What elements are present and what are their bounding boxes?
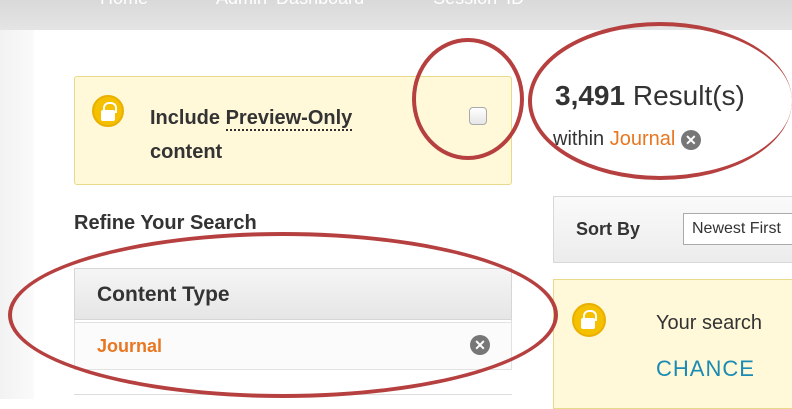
facet-item-label[interactable]: Journal	[97, 336, 162, 357]
facet-item-journal[interactable]: Journal ✕	[74, 322, 512, 370]
search-notice-box	[553, 279, 792, 409]
top-nav-links: Home Admin Dashboard Session ID	[100, 0, 584, 9]
results-count: 3,491 Result(s)	[555, 80, 745, 111]
remove-filter-icon[interactable]: ✕	[680, 129, 701, 150]
top-navigation-bar: Home Admin Dashboard Session ID	[0, 0, 792, 30]
preview-only-link[interactable]: Preview-Only	[225, 107, 353, 131]
lock-icon	[572, 303, 606, 337]
preview-only-label: Include Preview-Only content	[150, 107, 353, 163]
preview-only-checkbox[interactable]	[469, 107, 487, 125]
nav-link-admin-dashboard[interactable]: Admin Dashboard	[216, 0, 364, 8]
facet-divider	[74, 394, 512, 405]
nav-session-id: Session ID	[433, 0, 524, 8]
remove-facet-icon[interactable]: ✕	[470, 335, 490, 355]
page-shadow	[0, 30, 34, 399]
within-filter-link[interactable]: Journal	[610, 128, 676, 150]
nav-link-home[interactable]: Home	[100, 0, 148, 8]
search-notice-link[interactable]: CHANCE	[656, 356, 755, 382]
results-within-filter: within Journal ✕	[553, 128, 701, 151]
lock-icon	[92, 95, 124, 127]
search-notice-text: Your search	[656, 312, 762, 334]
content-type-facet-header[interactable]: Content Type	[74, 268, 512, 320]
sort-by-label: Sort By	[576, 219, 641, 239]
sort-select[interactable]: Newest First	[683, 213, 792, 245]
refine-search-heading: Refine Your Search	[74, 212, 257, 234]
